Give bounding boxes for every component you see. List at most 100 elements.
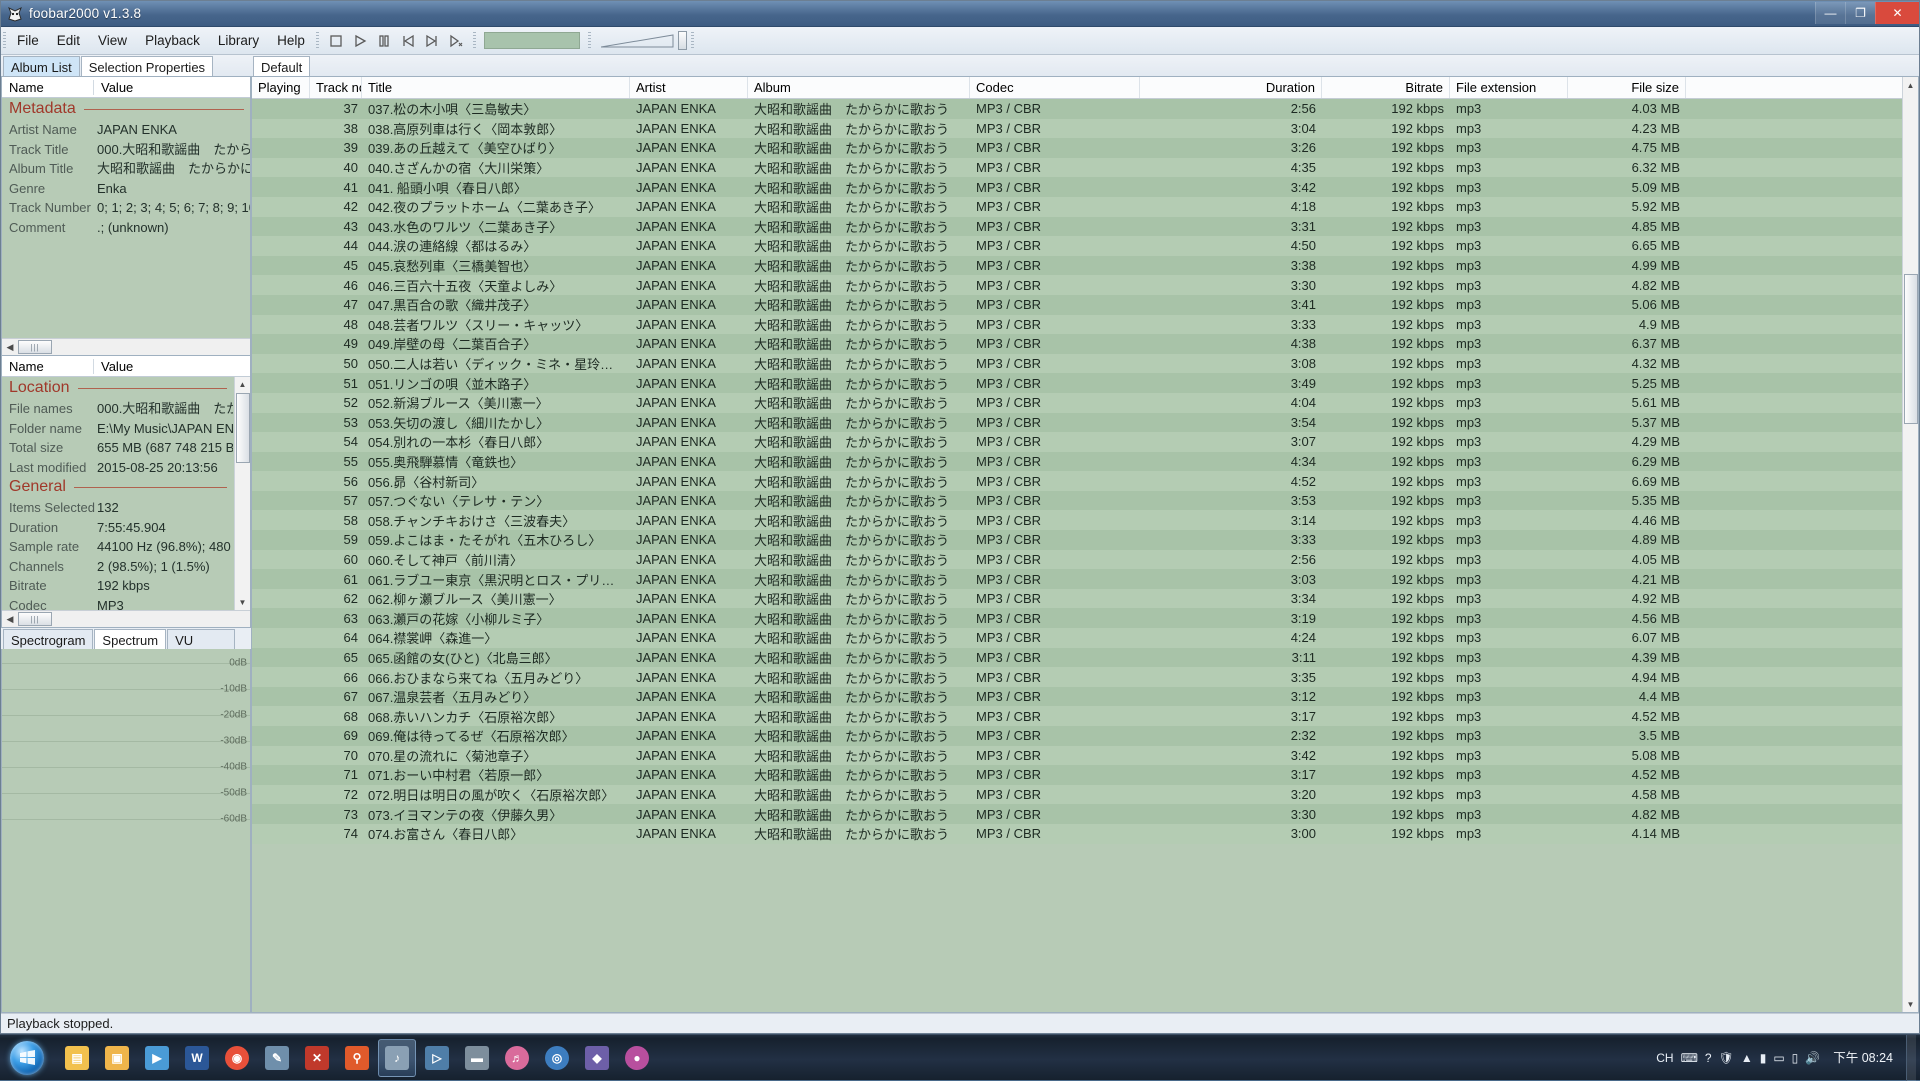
tab-selection-properties[interactable]: Selection Properties [81, 56, 213, 76]
playlist-vscrollbar[interactable]: ▲ ▼ [1902, 77, 1918, 1012]
table-row[interactable]: 41041. 船頭小唄〈春日八郎〉JAPAN ENKA大昭和歌謡曲 たからかに歌… [252, 177, 1902, 197]
taskbar-app-word[interactable]: W [178, 1039, 216, 1077]
random-button[interactable] [445, 30, 467, 52]
table-row[interactable]: 53053.矢切の渡し〈細川たかし〉JAPAN ENKA大昭和歌謡曲 たからかに… [252, 413, 1902, 433]
tab-spectrogram[interactable]: Spectrogram [3, 629, 93, 649]
stop-button[interactable] [325, 30, 347, 52]
tab-vu-meter[interactable]: VU meter [167, 629, 235, 649]
col-header-playing[interactable]: Playing [252, 77, 310, 98]
scroll-left-icon[interactable]: ◀ [2, 612, 18, 627]
scroll-down-icon[interactable]: ▼ [235, 595, 250, 610]
taskbar-app-foobar2000[interactable]: ♪ [378, 1039, 416, 1077]
location-hscrollbar[interactable]: ◀ ||| [2, 610, 250, 627]
taskbar-app-recorder[interactable]: ✕ [298, 1039, 336, 1077]
vscroll-thumb[interactable] [236, 393, 250, 463]
previous-button[interactable] [397, 30, 419, 52]
toolbar-grip[interactable] [1, 27, 8, 54]
table-row[interactable]: 54054.別れの一本杉〈春日八郎〉JAPAN ENKA大昭和歌謡曲 たからかに… [252, 432, 1902, 452]
minimize-button[interactable]: — [1815, 2, 1845, 24]
seek-grip[interactable] [471, 27, 478, 54]
scroll-down-icon[interactable]: ▼ [1903, 996, 1918, 1012]
table-row[interactable]: 44044.涙の連絡線〈都はるみ〉JAPAN ENKA大昭和歌謡曲 たからかに歌… [252, 236, 1902, 256]
volume-slider[interactable] [601, 31, 681, 51]
col-header-track-no[interactable]: Track no [310, 77, 362, 98]
col-header-title[interactable]: Title [362, 77, 630, 98]
table-row[interactable]: 60060.そして神戸〈前川清〉JAPAN ENKA大昭和歌謡曲 たからかに歌お… [252, 550, 1902, 570]
metadata-col-value[interactable]: Value [94, 80, 250, 95]
network-icon[interactable]: ▮ [1760, 1046, 1767, 1070]
shield-icon[interactable]: 🛡 [1719, 1046, 1734, 1070]
table-row[interactable]: 62062.柳ヶ瀬ブルース〈美川憲一〉JAPAN ENKA大昭和歌謡曲 たからか… [252, 589, 1902, 609]
table-row[interactable]: 70070.星の流れに〈菊池章子〉JAPAN ENKA大昭和歌謡曲 たからかに歌… [252, 746, 1902, 766]
table-row[interactable]: 50050.二人は若い〈ディック・ミネ・星玲子〉JAPAN ENKA大昭和歌謡曲… [252, 354, 1902, 374]
table-row[interactable]: 58058.チャンチキおけさ〈三波春夫〉JAPAN ENKA大昭和歌謡曲 たから… [252, 510, 1902, 530]
taskbar-app-browser2[interactable]: ◎ [538, 1039, 576, 1077]
location-vscrollbar[interactable]: ▲ ▼ [234, 377, 250, 610]
col-header-duration[interactable]: Duration [1140, 77, 1322, 98]
table-row[interactable]: 69069.俺は待ってるぜ〈石原裕次郎〉JAPAN ENKA大昭和歌謡曲 たから… [252, 726, 1902, 746]
location-col-name[interactable]: Name [2, 359, 94, 374]
table-row[interactable]: 40040.さざんかの宿〈大川栄策〉JAPAN ENKA大昭和歌謡曲 たからかに… [252, 158, 1902, 178]
location-col-value[interactable]: Value [94, 359, 250, 374]
menu-playback[interactable]: Playback [136, 29, 209, 52]
table-row[interactable]: 39039.あの丘越えて〈美空ひばり〉JAPAN ENKA大昭和歌謡曲 たからか… [252, 138, 1902, 158]
spectrum-display[interactable]: 0dB -10dB -20dB -30dB -40dB -50dB -60dB [1, 649, 251, 1013]
taskbar-app-chrome[interactable]: ◉ [218, 1039, 256, 1077]
hscroll-thumb[interactable]: ||| [18, 612, 52, 626]
table-row[interactable]: 46046.三百六十五夜〈天童よしみ〉JAPAN ENKA大昭和歌謡曲 たからか… [252, 275, 1902, 295]
chevron-up-icon[interactable]: ▲ [1741, 1046, 1753, 1070]
table-row[interactable]: 55055.奥飛騨慕情〈竜鉄也〉JAPAN ENKA大昭和歌謡曲 たからかに歌お… [252, 452, 1902, 472]
taskbar-app-video[interactable]: ▷ [418, 1039, 456, 1077]
table-row[interactable]: 71071.おーい中村君〈若原一郎〉JAPAN ENKA大昭和歌謡曲 たからかに… [252, 765, 1902, 785]
keyboard-icon[interactable]: ⌨ [1681, 1046, 1698, 1070]
table-row[interactable]: 43043.水色のワルツ〈二葉あき子〉JAPAN ENKA大昭和歌謡曲 たからか… [252, 217, 1902, 237]
table-row[interactable]: 45045.哀愁列車〈三橋美智也〉JAPAN ENKA大昭和歌謡曲 たからかに歌… [252, 256, 1902, 276]
table-row[interactable]: 61061.ラブユー東京〈黒沢明とロス・プリモス…JAPAN ENKA大昭和歌謡… [252, 569, 1902, 589]
monitor-icon[interactable]: ▭ [1773, 1046, 1784, 1070]
col-header-bitrate[interactable]: Bitrate [1322, 77, 1450, 98]
table-row[interactable]: 65065.函館の女(ひと)〈北島三郎〉JAPAN ENKA大昭和歌謡曲 たから… [252, 648, 1902, 668]
seek-slider[interactable] [484, 32, 580, 49]
show-desktop-button[interactable] [1906, 1035, 1916, 1081]
table-row[interactable]: 66066.おひまなら来てね〈五月みどり〉JAPAN ENKA大昭和歌謡曲 たか… [252, 667, 1902, 687]
scroll-up-icon[interactable]: ▲ [1903, 77, 1918, 93]
tab-default-playlist[interactable]: Default [253, 56, 310, 76]
table-row[interactable]: 64064.襟裳岬〈森進一〉JAPAN ENKA大昭和歌謡曲 たからかに歌おうM… [252, 628, 1902, 648]
taskbar-app-pin[interactable]: ⚲ [338, 1039, 376, 1077]
table-row[interactable]: 52052.新潟ブルース〈美川憲一〉JAPAN ENKA大昭和歌謡曲 たからかに… [252, 393, 1902, 413]
hscroll-thumb[interactable]: ||| [18, 340, 52, 354]
transport-grip[interactable] [314, 27, 321, 54]
next-button[interactable] [421, 30, 443, 52]
tab-album-list[interactable]: Album List [3, 56, 80, 76]
scroll-up-icon[interactable]: ▲ [235, 377, 250, 392]
taskbar-app-explorer[interactable]: ▤ [58, 1039, 96, 1077]
vscroll-thumb[interactable] [1904, 274, 1918, 424]
help-icon[interactable]: ? [1705, 1046, 1712, 1070]
metadata-hscrollbar[interactable]: ◀ ||| [2, 338, 250, 355]
maximize-button[interactable]: ❐ [1845, 2, 1875, 24]
end-grip[interactable] [689, 27, 696, 54]
table-row[interactable]: 38038.高原列車は行く〈岡本敦郎〉JAPAN ENKA大昭和歌謡曲 たからか… [252, 119, 1902, 139]
table-row[interactable]: 72072.明日は明日の風が吹く〈石原裕次郎〉JAPAN ENKA大昭和歌謡曲 … [252, 785, 1902, 805]
table-row[interactable]: 74074.お富さん〈春日八郎〉JAPAN ENKA大昭和歌謡曲 たからかに歌お… [252, 824, 1902, 844]
taskbar-app-music[interactable]: ♬ [498, 1039, 536, 1077]
volume-icon[interactable]: 🔊 [1805, 1046, 1820, 1070]
table-row[interactable]: 57057.つぐない〈テレサ・テン〉JAPAN ENKA大昭和歌謡曲 たからかに… [252, 491, 1902, 511]
col-header-artist[interactable]: Artist [630, 77, 748, 98]
play-button[interactable] [349, 30, 371, 52]
tab-spectrum[interactable]: Spectrum [94, 629, 166, 649]
table-row[interactable]: 63063.瀬戸の花嫁〈小柳ルミ子〉JAPAN ENKA大昭和歌謡曲 たからかに… [252, 608, 1902, 628]
table-row[interactable]: 59059.よこはま・たそがれ〈五木ひろし〉JAPAN ENKA大昭和歌謡曲 た… [252, 530, 1902, 550]
menu-library[interactable]: Library [209, 29, 268, 52]
menu-file[interactable]: File [8, 29, 48, 52]
table-row[interactable]: 42042.夜のプラットホーム〈二葉あき子〉JAPAN ENKA大昭和歌謡曲 た… [252, 197, 1902, 217]
col-header-codec[interactable]: Codec [970, 77, 1140, 98]
taskbar-app-notes[interactable]: ▬ [458, 1039, 496, 1077]
col-header-album[interactable]: Album [748, 77, 970, 98]
battery-icon[interactable]: ▯ [1792, 1046, 1799, 1070]
col-header-file-extension[interactable]: File extension [1450, 77, 1568, 98]
taskbar-app-editor[interactable]: ✎ [258, 1039, 296, 1077]
scroll-left-icon[interactable]: ◀ [2, 340, 18, 355]
table-row[interactable]: 47047.黒百合の歌〈織井茂子〉JAPAN ENKA大昭和歌謡曲 たからかに歌… [252, 295, 1902, 315]
volume-knob[interactable] [678, 31, 687, 50]
